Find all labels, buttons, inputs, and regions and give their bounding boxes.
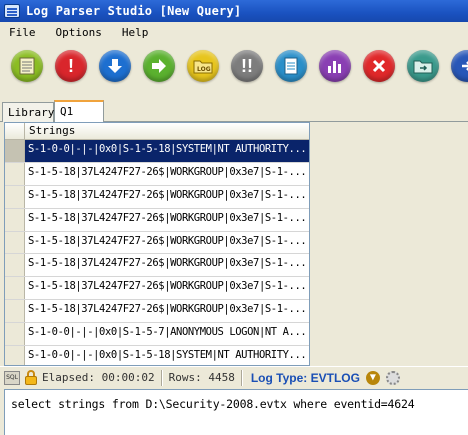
grid-body: S-1-0-0|-|-|0x0|S-1-5-18|SYSTEM|NT AUTHO… [5, 140, 309, 365]
export-icon [413, 58, 433, 74]
double-exclamation-icon: !! [241, 55, 253, 76]
sql-icon: SQL [4, 370, 20, 385]
table-row[interactable]: S-1-5-18|37L4247F27-26$|WORKGROUP|0x3e7|… [5, 185, 309, 209]
row-header[interactable] [5, 231, 25, 254]
run-query-button[interactable]: ! [55, 50, 87, 82]
run-all-button[interactable]: !! [231, 50, 263, 82]
app-icon [4, 4, 20, 18]
row-header[interactable] [5, 162, 25, 185]
query-editor[interactable]: select strings from D:\Security-2008.evt… [4, 389, 468, 435]
row-header[interactable] [5, 300, 25, 323]
table-row[interactable]: S-1-0-0|-|-|0x0|S-1-5-7|ANONYMOUS LOGON|… [5, 323, 309, 347]
tab-library[interactable]: Library [2, 102, 54, 122]
menu-help[interactable]: Help [119, 25, 152, 40]
row-header[interactable] [5, 277, 25, 300]
table-row[interactable]: S-1-0-0|-|-|0x0|S-1-5-18|SYSTEM|NT AUTHO… [5, 140, 309, 163]
strings-cell[interactable]: S-1-5-18|37L4247F27-26$|WORKGROUP|0x3e7|… [25, 232, 309, 254]
menu-bar: File Options Help [0, 22, 468, 42]
notepad-icon [19, 57, 35, 75]
svg-text:LOG: LOG [197, 66, 211, 73]
table-row[interactable]: S-1-5-18|37L4247F27-26$|WORKGROUP|0x3e7|… [5, 231, 309, 255]
right-arrow-icon [150, 57, 168, 75]
elapsed-time: Elapsed: 00:00:02 [42, 371, 155, 384]
table-row[interactable]: S-1-0-0|-|-|0x0|S-1-5-18|SYSTEM|NT AUTHO… [5, 346, 309, 365]
log-type-dropdown-icon[interactable]: ▼ [365, 370, 380, 385]
export-button[interactable] [407, 50, 439, 82]
table-row[interactable]: S-1-5-18|37L4247F27-26$|WORKGROUP|0x3e7|… [5, 300, 309, 324]
row-header[interactable] [5, 346, 25, 365]
log-folder-icon: LOG [193, 58, 213, 74]
tab-q1[interactable]: Q1 [54, 100, 104, 123]
toolbar: ! LOG !! [0, 44, 468, 88]
title-bar: Log Parser Studio [New Query] [0, 0, 468, 22]
document-icon [284, 57, 298, 75]
query-text: select strings from D:\Security-2008.evt… [11, 397, 415, 411]
row-header[interactable] [5, 185, 25, 208]
column-header-strings[interactable]: Strings [25, 123, 79, 139]
down-arrow-icon [106, 57, 124, 75]
run-batch-icon [460, 59, 468, 73]
exclamation-icon: ! [68, 55, 74, 76]
table-row[interactable]: S-1-5-18|37L4247F27-26$|WORKGROUP|0x3e7|… [5, 277, 309, 301]
row-count: Rows: 4458 [168, 371, 235, 384]
next-button[interactable] [143, 50, 175, 82]
grid-corner[interactable] [5, 123, 25, 139]
status-divider [160, 369, 163, 386]
abort-button[interactable] [363, 50, 395, 82]
strings-cell[interactable]: S-1-0-0|-|-|0x0|S-1-5-18|SYSTEM|NT AUTHO… [25, 346, 309, 365]
strings-cell[interactable]: S-1-0-0|-|-|0x0|S-1-5-7|ANONYMOUS LOGON|… [25, 323, 309, 345]
log-type-label[interactable]: Log Type: EVTLOG [251, 371, 360, 385]
row-header[interactable] [5, 140, 25, 162]
new-query-button[interactable] [11, 50, 43, 82]
close-x-icon [372, 59, 386, 73]
status-divider [240, 369, 243, 386]
run-batch-button[interactable] [451, 50, 468, 82]
results-grid[interactable]: Strings S-1-0-0|-|-|0x0|S-1-5-18|SYSTEM|… [4, 122, 310, 366]
window-title: Log Parser Studio [New Query] [26, 4, 242, 18]
strings-cell[interactable]: S-1-5-18|37L4247F27-26$|WORKGROUP|0x3e7|… [25, 300, 309, 322]
grid-header: Strings [5, 123, 309, 140]
strings-cell[interactable]: S-1-0-0|-|-|0x0|S-1-5-18|SYSTEM|NT AUTHO… [25, 140, 309, 162]
query-tabs: Library Q1 [0, 100, 468, 123]
row-header[interactable] [5, 323, 25, 346]
strings-cell[interactable]: S-1-5-18|37L4247F27-26$|WORKGROUP|0x3e7|… [25, 186, 309, 208]
strings-cell[interactable]: S-1-5-18|37L4247F27-26$|WORKGROUP|0x3e7|… [25, 163, 309, 185]
menu-options[interactable]: Options [53, 25, 105, 40]
strings-cell[interactable]: S-1-5-18|37L4247F27-26$|WORKGROUP|0x3e7|… [25, 209, 309, 231]
table-row[interactable]: S-1-5-18|37L4247F27-26$|WORKGROUP|0x3e7|… [5, 208, 309, 232]
table-row[interactable]: S-1-5-18|37L4247F27-26$|WORKGROUP|0x3e7|… [5, 254, 309, 278]
strings-cell[interactable]: S-1-5-18|37L4247F27-26$|WORKGROUP|0x3e7|… [25, 254, 309, 276]
bar-chart-icon [327, 58, 343, 74]
lock-icon [24, 370, 38, 385]
log-folder-button[interactable]: LOG [187, 50, 219, 82]
row-header[interactable] [5, 254, 25, 277]
row-header[interactable] [5, 208, 25, 231]
status-bar: SQL Elapsed: 00:00:02 Rows: 4458 Log Typ… [0, 366, 468, 388]
chart-button[interactable] [319, 50, 351, 82]
table-row[interactable]: S-1-5-18|37L4247F27-26$|WORKGROUP|0x3e7|… [5, 162, 309, 186]
gear-icon[interactable] [385, 370, 400, 385]
document-button[interactable] [275, 50, 307, 82]
download-button[interactable] [99, 50, 131, 82]
menu-file[interactable]: File [6, 25, 39, 40]
strings-cell[interactable]: S-1-5-18|37L4247F27-26$|WORKGROUP|0x3e7|… [25, 277, 309, 299]
